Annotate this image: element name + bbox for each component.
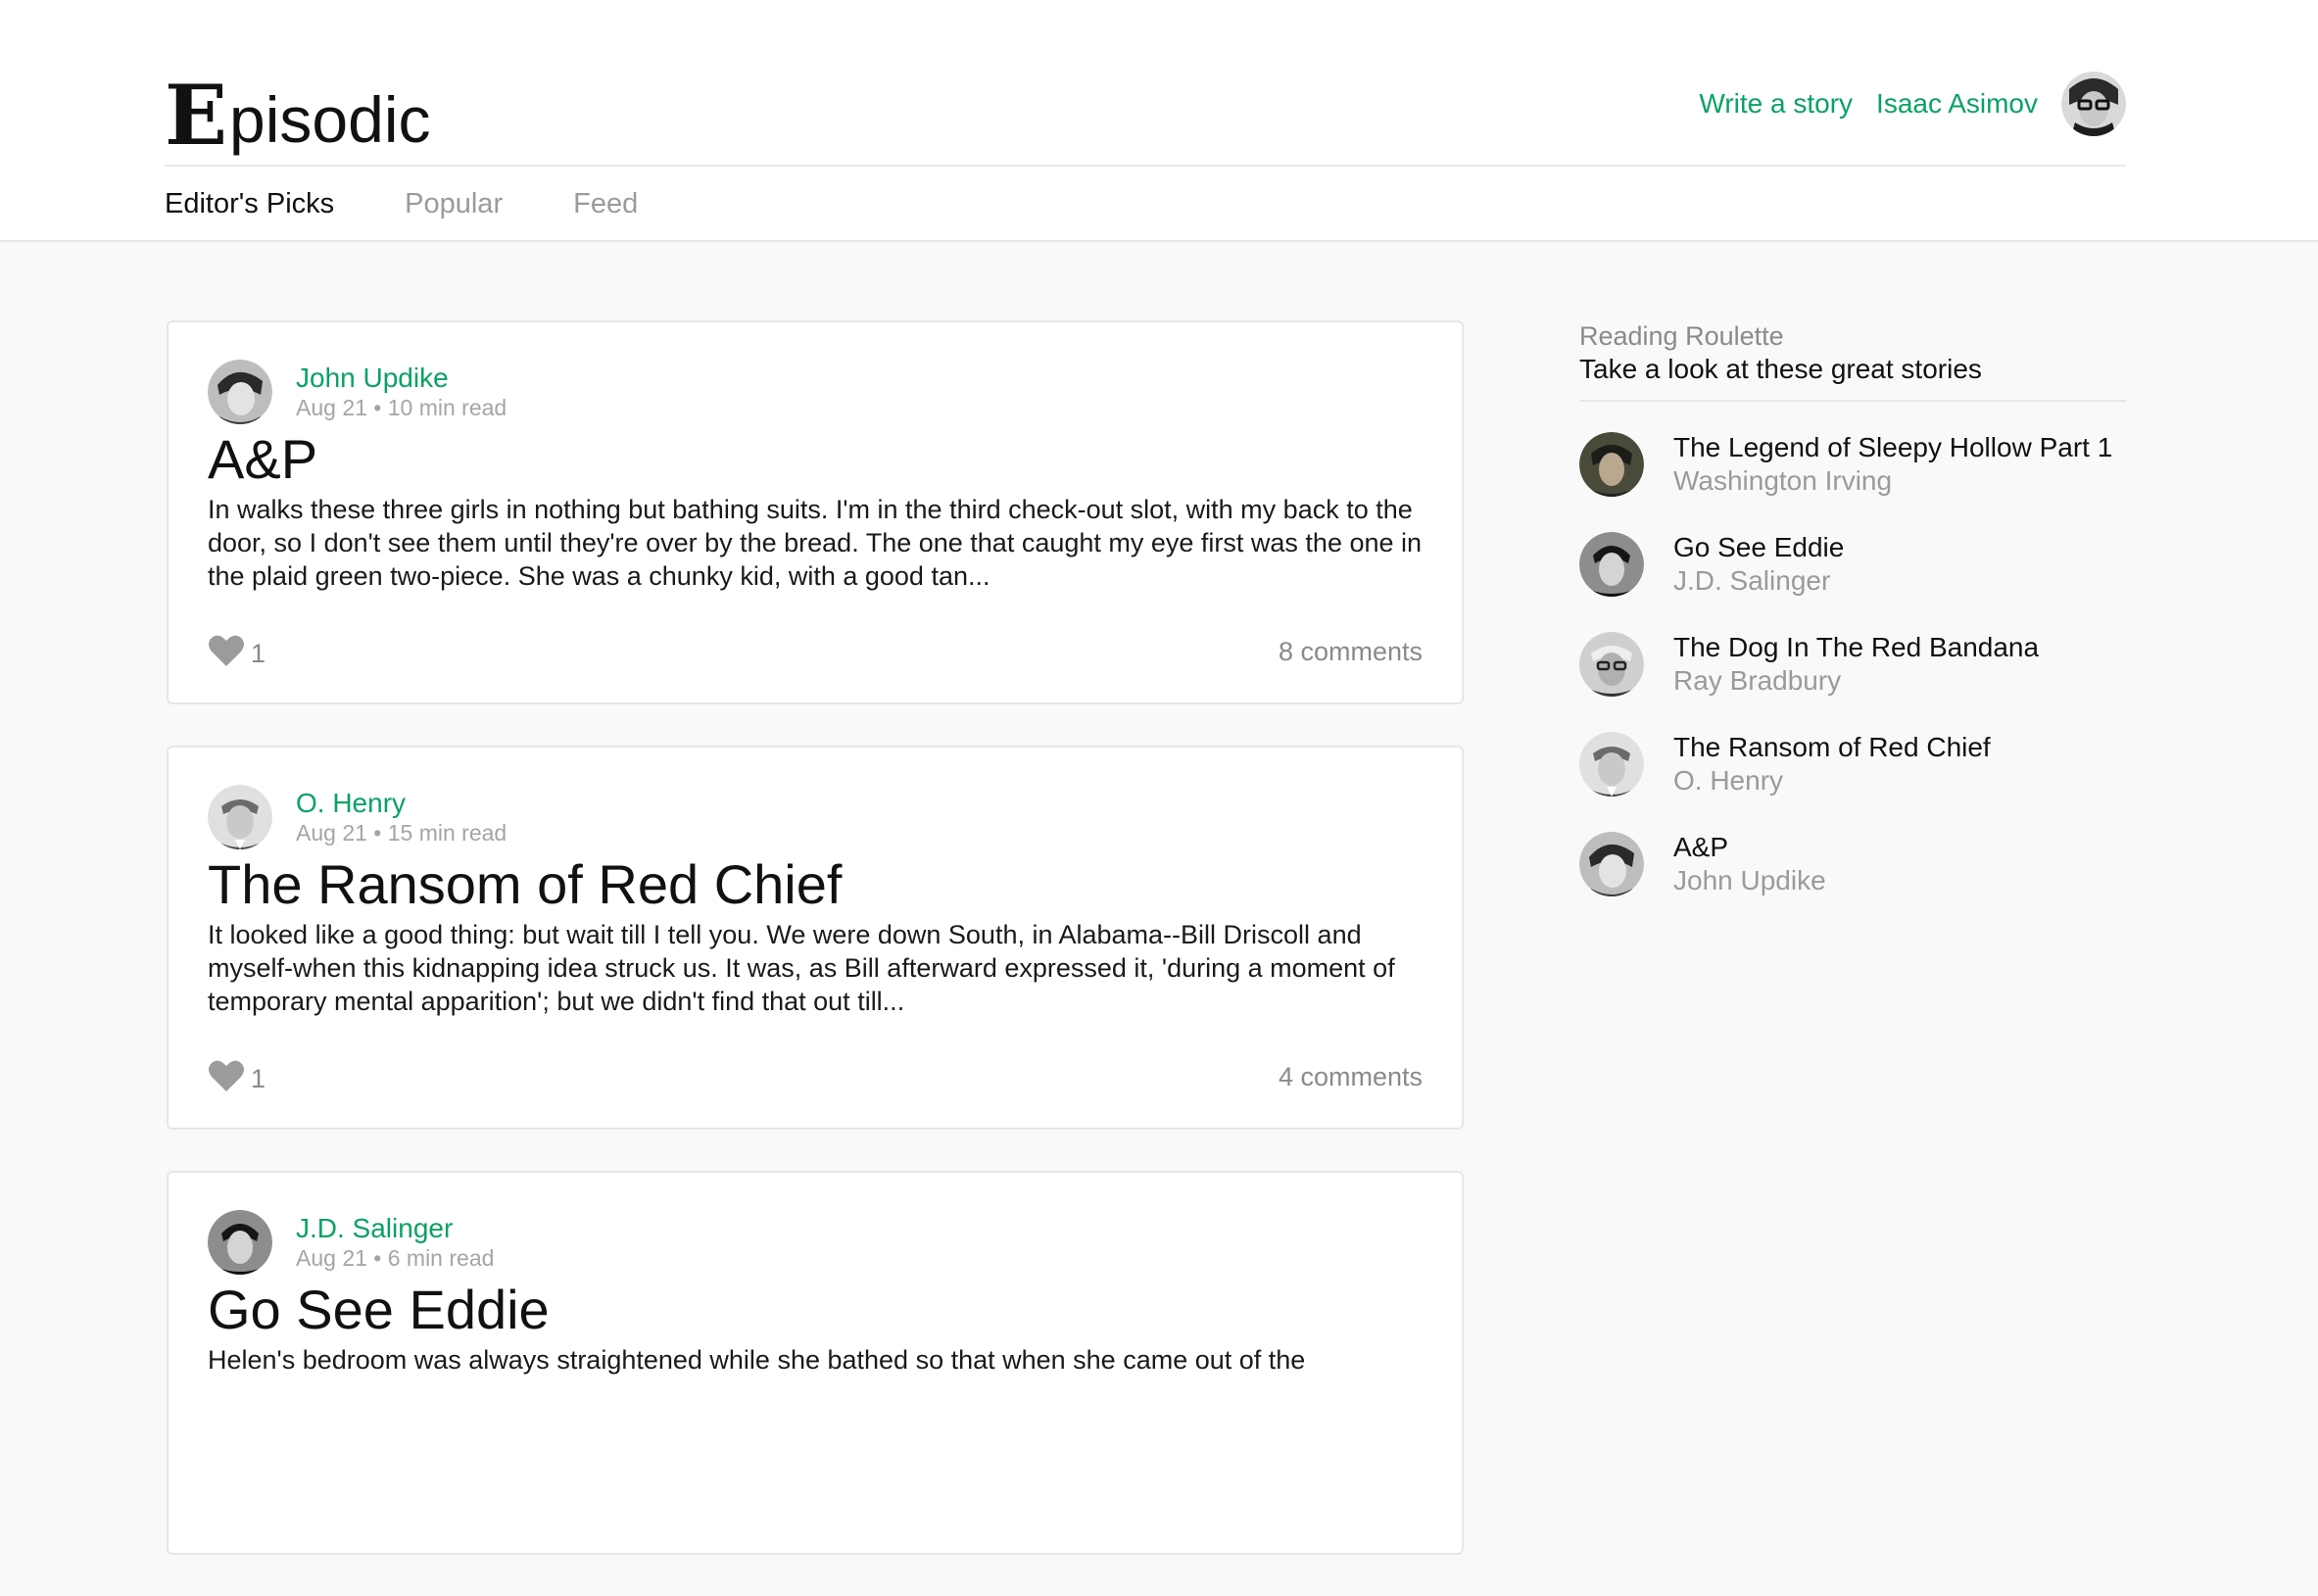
recommended-text: A&P John Updike	[1673, 831, 1826, 897]
story-title[interactable]: The Ransom of Red Chief	[208, 853, 1423, 916]
tab-feed[interactable]: Feed	[573, 188, 638, 220]
heart-icon	[209, 635, 244, 666]
author-avatar	[1579, 432, 1644, 497]
recommended-title: The Dog In The Red Bandana	[1673, 632, 2040, 662]
story-excerpt: Helen's bedroom was always straightened …	[208, 1345, 1306, 1375]
byline: John Updike Aug 21 • 10 min read	[296, 363, 507, 421]
recommended-author: O. Henry	[1673, 765, 1784, 796]
story-excerpt: In walks these three girls in nothing bu…	[208, 495, 1423, 591]
story-card: O. Henry Aug 21 • 15 min read The Ransom…	[167, 746, 1464, 1130]
story-card: John Updike Aug 21 • 10 min read A&P In …	[167, 320, 1464, 704]
sidebar-subtitle: Take a look at these great stories	[1579, 354, 1982, 384]
like-count: 1	[251, 639, 266, 668]
recommended-story[interactable]: The Legend of Sleepy Hollow Part 1 Washi…	[1579, 431, 2126, 498]
recommended-author: J.D. Salinger	[1673, 565, 1831, 596]
author-avatar	[1579, 632, 1644, 697]
story-excerpt: It looked like a good thing: but wait ti…	[208, 920, 1395, 1016]
recommended-author: John Updike	[1673, 865, 1826, 895]
recommended-title: Go See Eddie	[1673, 532, 1845, 562]
recommended-story[interactable]: The Dog In The Red Bandana Ray Bradbury	[1579, 631, 2126, 698]
author-avatar[interactable]	[208, 1210, 272, 1275]
write-story-link[interactable]: Write a story	[1699, 88, 1853, 120]
author-name[interactable]: John Updike	[296, 363, 507, 394]
recommended-story[interactable]: The Ransom of Red Chief O. Henry	[1579, 731, 2126, 798]
header-divider	[165, 165, 2126, 167]
story-title[interactable]: Go See Eddie	[208, 1279, 1423, 1341]
nav-tabs: Editor's Picks Popular Feed	[165, 188, 638, 220]
author-name[interactable]: O. Henry	[296, 788, 507, 819]
recommended-title: The Ransom of Red Chief	[1673, 732, 1991, 762]
author-name[interactable]: J.D. Salinger	[296, 1213, 494, 1244]
card-header: O. Henry Aug 21 • 15 min read	[208, 785, 1423, 849]
recommended-author: Ray Bradbury	[1673, 665, 1842, 696]
card-header: John Updike Aug 21 • 10 min read	[208, 360, 1423, 424]
story-title[interactable]: A&P	[208, 428, 1423, 491]
recommended-story[interactable]: A&P John Updike	[1579, 831, 2126, 897]
logo-wordmark: pisodic	[229, 83, 431, 156]
like-count: 1	[251, 1064, 266, 1093]
sidebar-divider	[1579, 400, 2126, 402]
like-button[interactable]: 1	[208, 1059, 266, 1092]
post-meta: Aug 21 • 6 min read	[296, 1245, 495, 1271]
heart-icon	[209, 1060, 244, 1091]
user-name-link[interactable]: Isaac Asimov	[1876, 88, 2038, 120]
story-feed: John Updike Aug 21 • 10 min read A&P In …	[167, 320, 1464, 1596]
recommended-text: The Dog In The Red Bandana Ray Bradbury	[1673, 631, 2039, 698]
card-footer: 1 4 comments	[208, 1059, 1423, 1092]
header-actions: Write a story Isaac Asimov	[1675, 71, 2126, 137]
recommended-text: Go See Eddie J.D. Salinger	[1673, 531, 1844, 598]
comments-link[interactable]: 8 comments	[1279, 637, 1423, 667]
tab-editors-picks[interactable]: Editor's Picks	[165, 188, 334, 220]
recommended-list: The Legend of Sleepy Hollow Part 1 Washi…	[1579, 431, 2126, 897]
like-button[interactable]: 1	[208, 634, 266, 667]
user-avatar[interactable]	[2061, 72, 2126, 136]
recommended-text: The Legend of Sleepy Hollow Part 1 Washi…	[1673, 431, 2112, 498]
story-card: J.D. Salinger Aug 21 • 6 min read Go See…	[167, 1171, 1464, 1555]
recommended-author: Washington Irving	[1673, 465, 1893, 496]
tab-popular[interactable]: Popular	[405, 188, 503, 220]
author-avatar[interactable]	[208, 360, 272, 424]
card-header: J.D. Salinger Aug 21 • 6 min read	[208, 1210, 1423, 1275]
logo-initial: E	[165, 67, 228, 164]
top-header: E pisodic Write a story Isaac Asimov Edi…	[0, 0, 2318, 242]
post-meta: Aug 21 • 10 min read	[296, 395, 507, 420]
card-footer: 1 8 comments	[208, 634, 1423, 667]
recommended-title: A&P	[1673, 832, 1729, 862]
reading-roulette: Reading Roulette Take a look at these gr…	[1579, 319, 2126, 931]
author-avatar	[1579, 532, 1644, 597]
recommended-title: The Legend of Sleepy Hollow Part 1	[1673, 432, 2113, 462]
author-avatar	[1579, 832, 1644, 896]
episodic-logo[interactable]: E pisodic	[165, 69, 430, 157]
post-meta: Aug 21 • 15 min read	[296, 820, 507, 846]
author-avatar[interactable]	[208, 785, 272, 849]
byline: J.D. Salinger Aug 21 • 6 min read	[296, 1213, 494, 1272]
comments-link[interactable]: 4 comments	[1279, 1062, 1423, 1092]
sidebar-title: Reading Roulette	[1579, 321, 1784, 351]
author-avatar	[1579, 732, 1644, 797]
recommended-story[interactable]: Go See Eddie J.D. Salinger	[1579, 531, 2126, 598]
recommended-text: The Ransom of Red Chief O. Henry	[1673, 731, 1991, 798]
byline: O. Henry Aug 21 • 15 min read	[296, 788, 507, 846]
